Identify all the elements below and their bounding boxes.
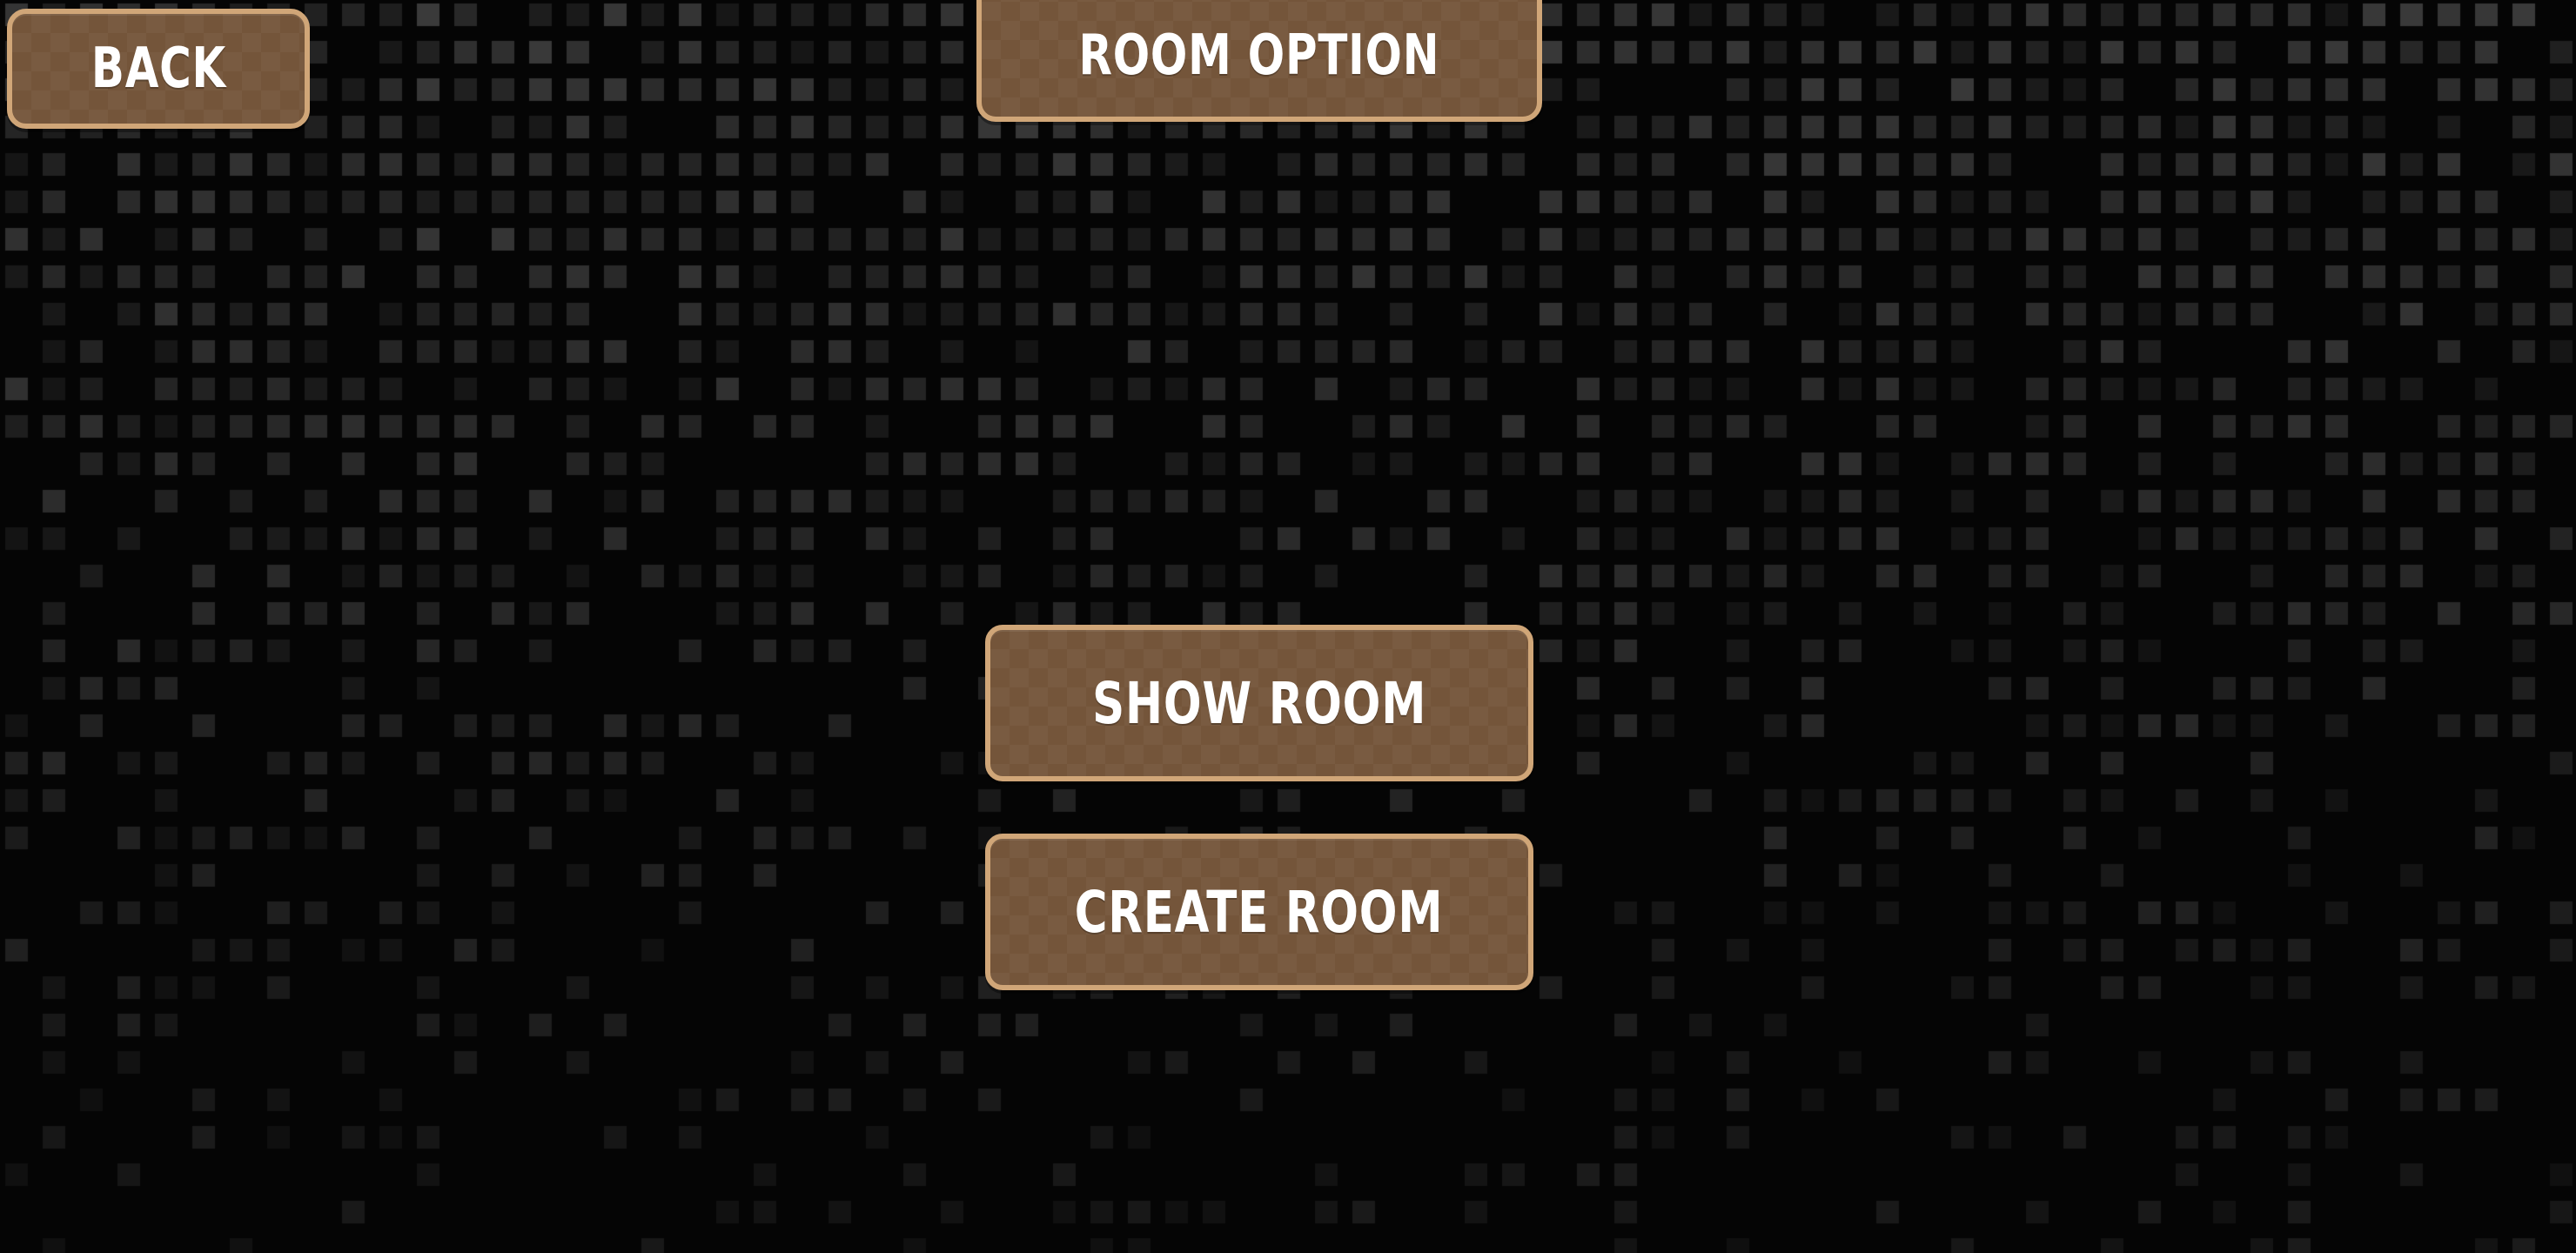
show-room-button[interactable]: SHOW ROOM (985, 625, 1533, 781)
create-room-button-label: CREATE ROOM (1075, 878, 1444, 946)
page-title-banner: ROOM OPTION (976, 0, 1542, 122)
create-room-button[interactable]: CREATE ROOM (985, 834, 1533, 990)
show-room-button-label: SHOW ROOM (1091, 669, 1427, 737)
back-button-label: BACK (91, 37, 226, 101)
back-button[interactable]: BACK (7, 9, 310, 129)
page-title: ROOM OPTION (1078, 23, 1440, 88)
